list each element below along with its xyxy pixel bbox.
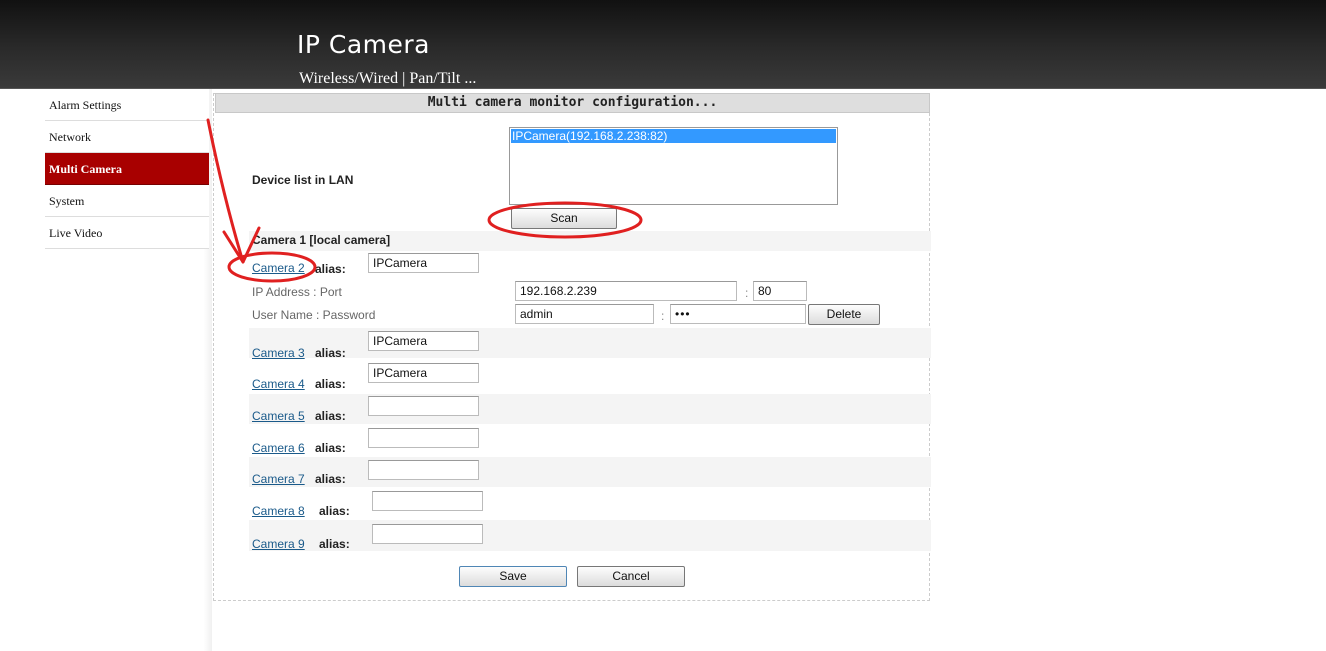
camera9-alias-label: alias: [319, 537, 350, 551]
camera8-alias-input[interactable] [372, 491, 483, 511]
ip-port-label: IP Address : Port [252, 285, 342, 299]
camera5-link[interactable]: Camera 5 [252, 409, 305, 423]
camera2-password-input[interactable]: ••• [670, 304, 806, 324]
camera6-alias-input[interactable] [368, 428, 479, 448]
camera3-alias-input[interactable]: IPCamera [368, 331, 479, 351]
camera5-alias-label: alias: [315, 409, 346, 423]
device-list-label: Device list in LAN [252, 173, 354, 187]
delete-button[interactable]: Delete [808, 304, 880, 325]
camera2-alias-input[interactable]: IPCamera [368, 253, 479, 273]
camera9-alias-input[interactable] [372, 524, 483, 544]
colon-separator: : [661, 309, 665, 323]
device-list-option[interactable]: IPCamera(192.168.2.238:82) [511, 129, 836, 143]
camera3-link[interactable]: Camera 3 [252, 346, 305, 360]
camera9-link[interactable]: Camera 9 [252, 537, 305, 551]
sidebar: Alarm Settings Network Multi Camera Syst… [45, 89, 209, 249]
camera2-alias-label: alias: [315, 262, 346, 276]
camera6-link[interactable]: Camera 6 [252, 441, 305, 455]
row-background [249, 457, 931, 487]
cancel-button[interactable]: Cancel [577, 566, 685, 587]
camera1-label: Camera 1 [local camera] [252, 233, 391, 247]
camera4-alias-label: alias: [315, 377, 346, 391]
sidebar-item-system[interactable]: System [45, 185, 209, 217]
camera8-alias-label: alias: [319, 504, 350, 518]
sidebar-item-live-video[interactable]: Live Video [45, 217, 209, 249]
sidebar-item-network[interactable]: Network [45, 121, 209, 153]
device-list-select[interactable]: IPCamera(192.168.2.238:82) [509, 127, 838, 205]
camera7-alias-label: alias: [315, 472, 346, 486]
app-title: IP Camera [297, 30, 431, 59]
camera8-link[interactable]: Camera 8 [252, 504, 305, 518]
camera2-port-input[interactable]: 80 [753, 281, 807, 301]
colon-separator: : [745, 286, 749, 300]
scan-button[interactable]: Scan [511, 208, 617, 229]
camera2-link[interactable]: Camera 2 [252, 261, 305, 275]
row-background [249, 520, 931, 551]
camera7-link[interactable]: Camera 7 [252, 472, 305, 486]
app-subtitle: Wireless/Wired | Pan/Tilt ... [299, 70, 477, 87]
camera2-ip-input[interactable]: 192.168.2.239 [515, 281, 737, 301]
camera2-username-input[interactable]: admin [515, 304, 654, 324]
camera6-alias-label: alias: [315, 441, 346, 455]
row-background [249, 328, 931, 358]
camera4-link[interactable]: Camera 4 [252, 377, 305, 391]
save-button[interactable]: Save [459, 566, 567, 587]
camera3-alias-label: alias: [315, 346, 346, 360]
camera5-alias-input[interactable] [368, 396, 479, 416]
sidebar-item-alarm-settings[interactable]: Alarm Settings [45, 89, 209, 121]
app-header: IP Camera Wireless/Wired | Pan/Tilt ... [0, 0, 1326, 89]
user-password-label: User Name : Password [252, 308, 376, 322]
camera7-alias-input[interactable] [368, 460, 479, 480]
sidebar-item-multi-camera[interactable]: Multi Camera [45, 153, 209, 185]
row-background [249, 394, 931, 424]
camera4-alias-input[interactable]: IPCamera [368, 363, 479, 383]
panel-title: Multi camera monitor configuration... [215, 93, 930, 113]
